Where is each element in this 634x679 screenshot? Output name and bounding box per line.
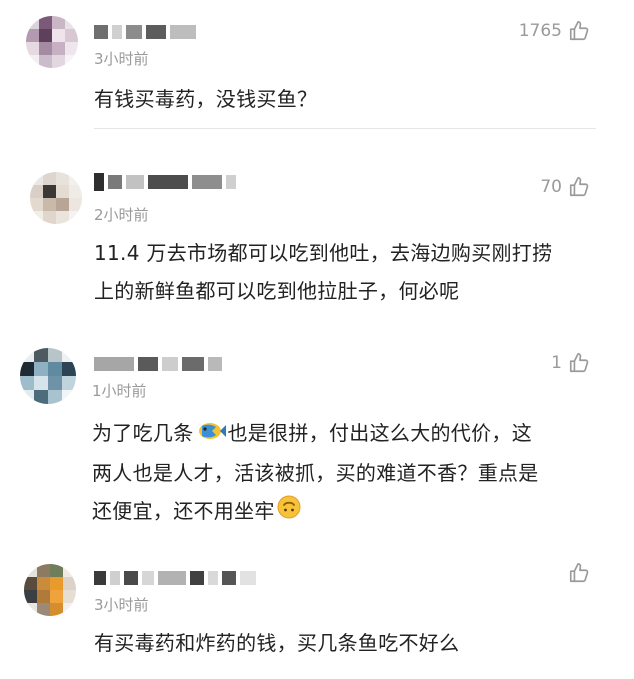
- comment-time: 3小时前: [94, 50, 149, 68]
- comment-3: 1小时前 1 为了吃几条 也是很拼，付出这么大的代价，这 两人也是人才，活该被抓…: [0, 338, 634, 528]
- username-blurred[interactable]: [94, 356, 222, 372]
- comment-4: 3小时前 有买毒药和炸药的钱，买几条鱼吃不好么: [0, 548, 634, 679]
- thumbs-up-icon: [568, 20, 590, 42]
- comment-text-line: 两人也是人才，活该被抓，买的难道不香？重点是: [92, 460, 539, 485]
- thumbs-up-icon: [568, 562, 590, 584]
- thumbs-up-icon: [568, 176, 590, 198]
- comment-text-line: 11.4 万去市场都可以吃到他吐，去海边购买刚打捞: [94, 241, 553, 265]
- avatar[interactable]: [20, 348, 76, 404]
- comment-text-line: 为了吃几条 也是很拼，付出这么大的代价，这: [92, 414, 612, 454]
- like-count: 1: [551, 353, 562, 373]
- comment-1: 3小时前 1765 有钱买毒药，没钱买鱼？: [0, 0, 634, 130]
- username-blurred[interactable]: [94, 173, 236, 191]
- comment-time: 1小时前: [92, 382, 147, 400]
- fish-emoji-icon: [196, 416, 226, 454]
- divider: [94, 128, 596, 129]
- comment-text-line: 还便宜，还不用坐牢: [92, 492, 612, 532]
- like-count: 70: [540, 177, 562, 197]
- comment-time: 2小时前: [94, 206, 149, 224]
- comment-time: 3小时前: [94, 596, 149, 614]
- upside-down-face-icon: [277, 493, 301, 531]
- comment-text: 为了吃几条 也是很拼，付出这么大的代价，这 两人也是人才，活该被抓，买的难道不香…: [92, 414, 612, 531]
- like-button[interactable]: 70: [540, 176, 590, 198]
- comment-2: 2小时前 70 11.4 万去市场都可以吃到他吐，去海边购买刚打捞 上的新鲜鱼都…: [0, 160, 634, 320]
- username-blurred[interactable]: [94, 24, 196, 40]
- avatar[interactable]: [30, 172, 82, 224]
- comment-text: 11.4 万去市场都可以吃到他吐，去海边购买刚打捞 上的新鲜鱼都可以吃到他拉肚子…: [94, 234, 614, 310]
- like-count: 1765: [518, 21, 562, 41]
- like-button[interactable]: [562, 562, 590, 584]
- avatar[interactable]: [24, 564, 76, 616]
- comment-text-line: 上的新鲜鱼都可以吃到他拉肚子，何必呢: [94, 279, 460, 303]
- username-blurred[interactable]: [94, 570, 256, 586]
- avatar[interactable]: [26, 16, 78, 68]
- comment-text: 有买毒药和炸药的钱，买几条鱼吃不好么: [94, 631, 460, 655]
- like-button[interactable]: 1765: [519, 20, 590, 42]
- like-button[interactable]: 1: [551, 352, 590, 374]
- thumbs-up-icon: [568, 352, 590, 374]
- comment-text: 有钱买毒药，没钱买鱼？: [94, 87, 318, 111]
